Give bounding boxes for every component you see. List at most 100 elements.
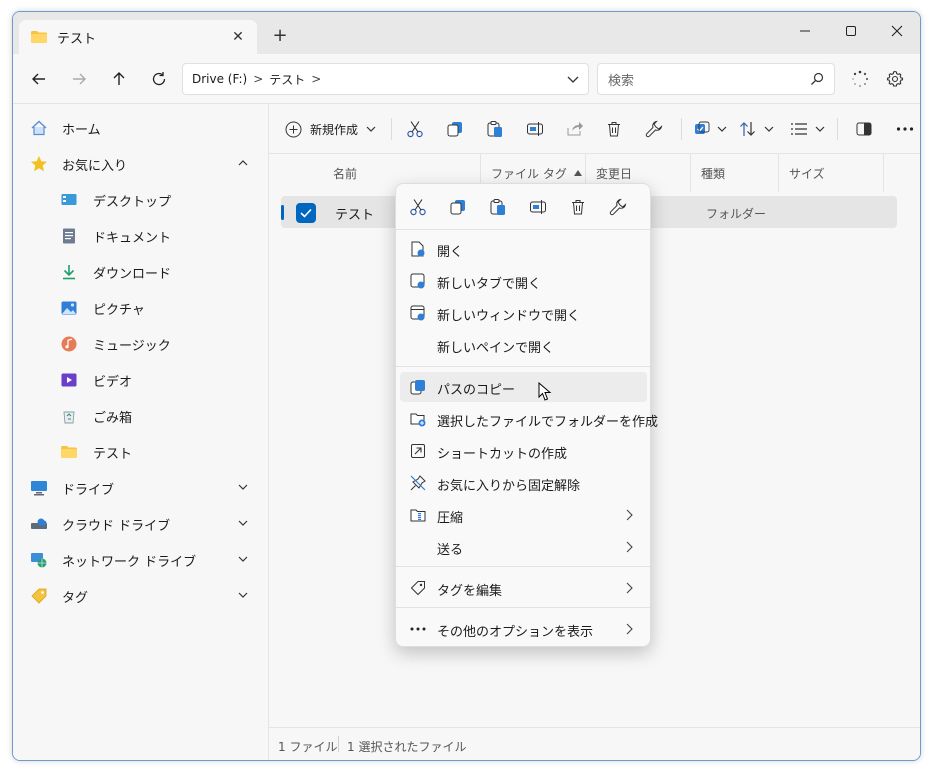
forward-button[interactable] (66, 66, 92, 92)
menu-item-open[interactable]: 開く (400, 234, 647, 264)
chevron-down-icon[interactable] (237, 481, 249, 493)
breadcrumb-separator: > (311, 72, 322, 86)
properties-button[interactable] (642, 117, 666, 141)
breadcrumb-drive[interactable]: Drive (F:) (192, 72, 247, 86)
share-icon (567, 122, 583, 136)
title-bar: テスト ✕ + (13, 12, 920, 54)
folder-icon (60, 443, 78, 461)
status-divider (338, 736, 339, 752)
cut-button[interactable] (403, 117, 427, 141)
menu-item-create-shortcut[interactable]: ショートカットの作成 (400, 436, 647, 466)
menu-item-open-new-tab[interactable]: 新しいタブで開く (400, 266, 647, 296)
download-icon (60, 263, 78, 281)
more-icon (409, 620, 427, 638)
checkmark-icon (300, 208, 312, 218)
menu-item-copy-path[interactable]: パスのコピー (400, 372, 647, 402)
column-size[interactable]: サイズ (778, 154, 883, 192)
maximize-button[interactable] (831, 16, 871, 46)
network-drive-icon (30, 551, 48, 569)
sidebar-item-network-drives[interactable]: ネットワーク ドライブ (13, 545, 268, 575)
sidebar-item-drives[interactable]: ドライブ (13, 473, 268, 503)
chevron-down-icon[interactable] (237, 589, 249, 601)
up-button[interactable] (106, 66, 132, 92)
rename-button[interactable] (523, 117, 547, 141)
loading-icon (852, 70, 869, 87)
home-icon (30, 119, 48, 137)
close-window-button[interactable] (877, 16, 917, 46)
sidebar-item-recycle-bin[interactable]: ごみ箱 (13, 401, 268, 431)
minimize-button[interactable] (785, 16, 825, 46)
menu-item-create-folder-with-selection[interactable]: 選択したファイルでフォルダーを作成 (400, 404, 658, 434)
sidebar-item-downloads[interactable]: ダウンロード (13, 257, 268, 287)
sidebar-item-favorites[interactable]: お気に入り (13, 149, 268, 179)
new-folder-icon (409, 410, 427, 428)
sidebar-item-home[interactable]: ホーム (13, 113, 268, 143)
menu-paste-button[interactable] (487, 196, 509, 218)
back-button[interactable] (26, 66, 52, 92)
sidebar-item-music[interactable]: ミュージック (13, 329, 268, 359)
row-checkbox[interactable] (296, 203, 316, 223)
menu-copy-button[interactable] (447, 196, 469, 218)
menu-item-send-to[interactable]: 送る (400, 532, 647, 562)
menu-properties-button[interactable] (607, 196, 629, 218)
details-view-icon (791, 123, 807, 135)
music-icon (60, 335, 78, 353)
menu-item-more-options[interactable]: その他のオプションを表示 (400, 614, 647, 644)
paste-button[interactable] (483, 117, 507, 141)
sidebar-item-documents[interactable]: ドキュメント (13, 221, 268, 251)
recycle-bin-icon (60, 407, 78, 425)
menu-cut-button[interactable] (407, 196, 429, 218)
sidebar-item-test[interactable]: テスト (13, 437, 268, 467)
column-type[interactable]: 種類 (690, 154, 778, 192)
search-input[interactable]: 検索 (597, 63, 835, 95)
menu-item-open-new-window[interactable]: 新しいウィンドウで開く (400, 298, 647, 328)
refresh-button[interactable] (146, 66, 172, 92)
open-icon (409, 240, 427, 258)
menu-rename-button[interactable] (527, 196, 549, 218)
new-tab-button[interactable]: + (270, 26, 290, 46)
menu-item-unpin-favorites[interactable]: お気に入りから固定解除 (400, 468, 647, 498)
new-item-label: 新規作成 (310, 122, 359, 137)
menu-item-open-new-pane[interactable]: 新しいペインで開く (400, 330, 647, 360)
toolbar-divider (681, 118, 682, 140)
tag-icon (409, 579, 427, 597)
menu-delete-button[interactable] (567, 196, 589, 218)
layout-button[interactable] (788, 117, 828, 141)
status-center-button[interactable] (847, 66, 873, 92)
sidebar-item-videos[interactable]: ビデオ (13, 365, 268, 395)
sidebar-item-cloud-drives[interactable]: クラウド ドライブ (13, 509, 268, 539)
menu-divider (396, 607, 650, 608)
new-item-button[interactable]: 新規作成 (285, 117, 381, 141)
menu-item-edit-tags[interactable]: タグを編集 (400, 573, 647, 603)
picture-icon (60, 299, 78, 317)
tag-icon (30, 587, 48, 605)
sidebar-item-pictures[interactable]: ピクチャ (13, 293, 268, 323)
address-bar[interactable]: Drive (F:) > テスト > (182, 63, 589, 95)
copy-button[interactable] (443, 117, 467, 141)
sort-button[interactable] (739, 117, 775, 141)
sidebar-item-desktop[interactable]: デスクトップ (13, 185, 268, 215)
paste-icon (490, 199, 505, 215)
chevron-down-icon (366, 126, 376, 132)
selection-options-button[interactable] (693, 117, 729, 141)
delete-button[interactable] (602, 117, 626, 141)
sidebar-item-tags[interactable]: タグ (13, 581, 268, 611)
chevron-up-icon[interactable] (237, 157, 249, 169)
chevron-down-icon[interactable] (237, 517, 249, 529)
share-button[interactable] (563, 117, 587, 141)
close-tab-icon[interactable]: ✕ (227, 26, 249, 48)
item-count: 1 ファイル (278, 740, 338, 754)
chevron-down-icon[interactable] (566, 72, 580, 86)
tab-test[interactable]: テスト ✕ (19, 20, 257, 54)
breadcrumb-folder[interactable]: テスト (269, 71, 305, 88)
chevron-down-icon[interactable] (237, 553, 249, 565)
settings-button[interactable] (882, 66, 908, 92)
copy-icon (450, 200, 465, 215)
arrow-up-icon (113, 72, 125, 85)
add-icon (285, 121, 302, 137)
toolbar-divider (837, 118, 838, 140)
preview-pane-button[interactable] (852, 117, 876, 141)
more-options-button[interactable] (893, 117, 917, 141)
arrow-left-icon (32, 73, 45, 85)
menu-item-compress[interactable]: 圧縮 (400, 500, 647, 530)
